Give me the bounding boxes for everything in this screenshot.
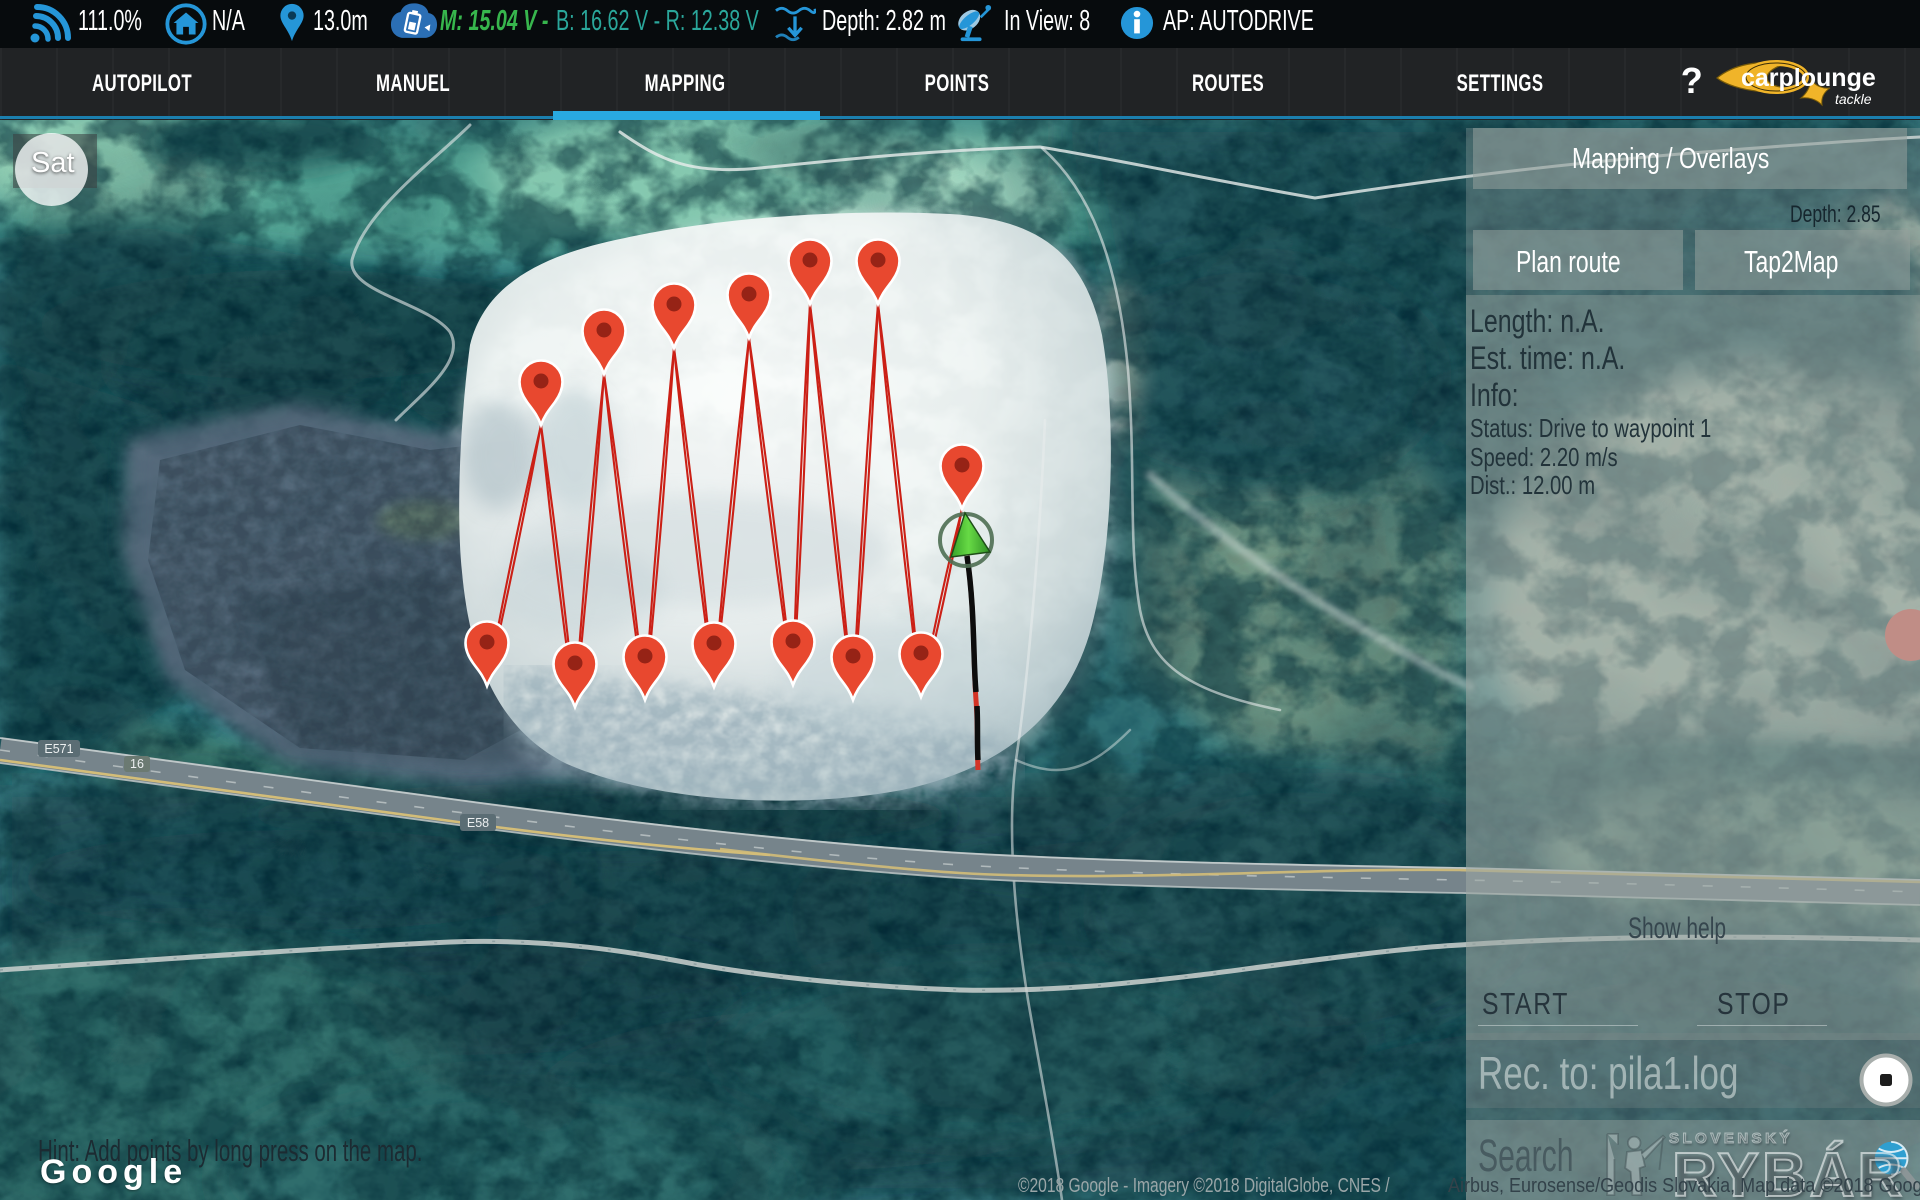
- svg-text:E571: E571: [44, 742, 73, 756]
- svg-text:E58: E58: [467, 816, 489, 830]
- svg-text:tackle: tackle: [1835, 91, 1872, 107]
- svg-text:16: 16: [130, 757, 144, 771]
- svg-text:carplounge: carplounge: [1741, 64, 1876, 92]
